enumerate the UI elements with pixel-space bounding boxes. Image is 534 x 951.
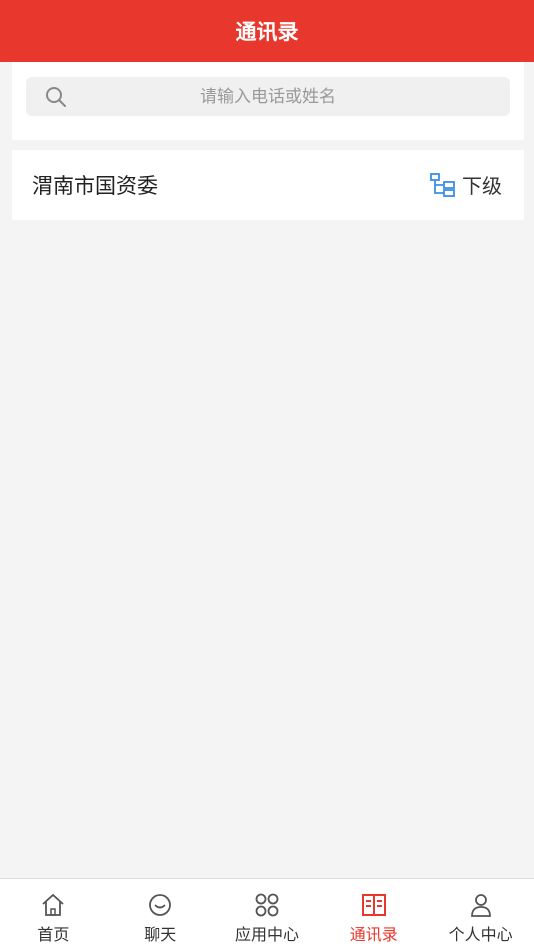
search-card — [12, 62, 524, 140]
tab-apps-label: 应用中心 — [234, 925, 299, 944]
subordinate-button[interactable]: 下级 — [430, 170, 502, 199]
search-input[interactable] — [26, 85, 510, 108]
bottom-tab-bar: 首页 聊天 应用中心 通讯录 个人中心 — [0, 878, 534, 951]
tab-home[interactable]: 首页 — [0, 879, 107, 951]
subordinate-label: 下级 — [462, 174, 502, 198]
home-icon — [42, 893, 64, 916]
page-title: 通讯录 — [235, 20, 299, 44]
org-list-item[interactable]: 渭南市国资委 下级 — [12, 150, 524, 220]
user-icon — [470, 894, 491, 917]
tab-chat[interactable]: 聊天 — [107, 879, 214, 951]
tab-apps[interactable]: 应用中心 — [214, 879, 321, 951]
tab-contacts[interactable]: 通讯录 — [320, 879, 427, 951]
app-header: 通讯录 — [0, 0, 534, 62]
tab-contacts-label: 通讯录 — [349, 925, 398, 944]
apps-icon — [255, 893, 279, 917]
contacts-book-icon — [361, 894, 386, 916]
hierarchy-icon — [430, 172, 455, 197]
chat-icon — [149, 894, 172, 916]
tab-profile-label: 个人中心 — [448, 925, 513, 944]
org-name: 渭南市国资委 — [32, 174, 158, 198]
tab-profile[interactable]: 个人中心 — [427, 879, 534, 951]
tab-chat-label: 聊天 — [144, 925, 177, 944]
search-icon — [46, 87, 66, 107]
tab-home-label: 首页 — [37, 925, 70, 944]
search-box[interactable] — [26, 77, 510, 116]
